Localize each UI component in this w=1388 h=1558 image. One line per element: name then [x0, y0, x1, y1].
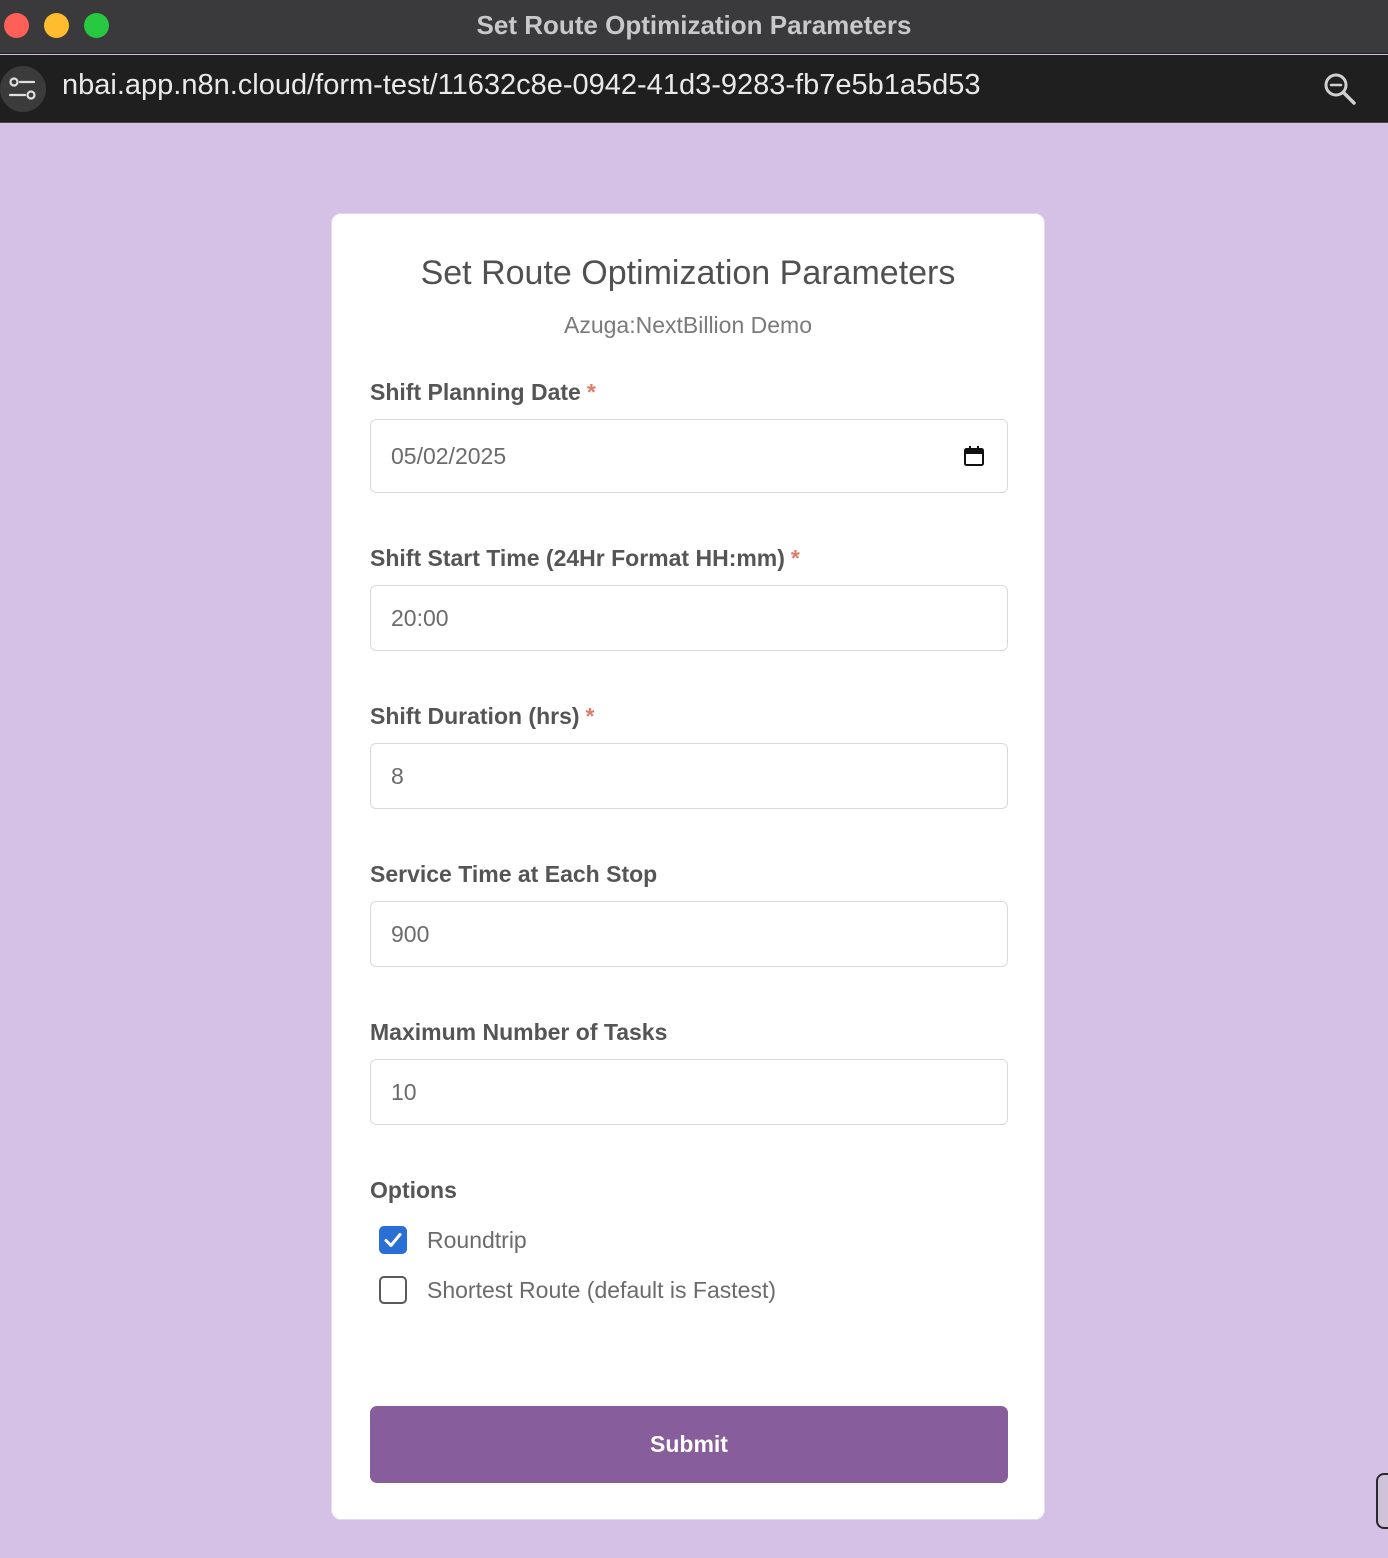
site-settings-button[interactable] [0, 66, 46, 112]
field-label-text: Service Time at Each Stop [370, 861, 658, 887]
roundtrip-label: Roundtrip [427, 1226, 527, 1253]
window-title: Set Route Optimization Parameters [476, 10, 912, 40]
field-label-text: Shift Duration (hrs) [370, 703, 580, 729]
shift-duration-label: Shift Duration (hrs) * [370, 703, 595, 730]
maximum-tasks-input[interactable]: 10 [370, 1059, 1008, 1125]
roundtrip-checkbox[interactable] [379, 1226, 407, 1254]
calendar-icon[interactable] [963, 445, 985, 467]
input-value: 10 [391, 1078, 417, 1105]
page-viewport: Set Route Optimization Parameters Azuga:… [0, 124, 1388, 1558]
option-shortest-route[interactable]: Shortest Route (default is Fastest) [379, 1276, 776, 1304]
site-settings-icon [8, 77, 36, 100]
window-title-bar: Set Route Optimization Parameters [0, 0, 1388, 54]
scrollbar-thumb[interactable] [1376, 1473, 1388, 1529]
shift-duration-input[interactable]: 8 [370, 743, 1008, 809]
shift-planning-date-input[interactable]: 05/02/2025 [370, 419, 1008, 493]
input-value: 20:00 [391, 604, 449, 631]
field-label-text: Shift Planning Date [370, 379, 581, 405]
checkmark-icon [384, 1233, 402, 1247]
address-bar: nbai.app.n8n.cloud/form-test/11632c8e-09… [0, 55, 1388, 123]
input-value: 900 [391, 920, 430, 947]
shortest-route-label: Shortest Route (default is Fastest) [427, 1276, 776, 1303]
shift-planning-date-label: Shift Planning Date * [370, 379, 596, 406]
shift-start-time-input[interactable]: 20:00 [370, 585, 1008, 651]
options-label: Options [370, 1177, 457, 1203]
field-label-text: Maximum Number of Tasks [370, 1019, 668, 1045]
required-marker: * [585, 703, 595, 729]
form-subtitle: Azuga:NextBillion Demo [563, 312, 812, 338]
form-card: Set Route Optimization Parameters Azuga:… [331, 213, 1045, 1520]
url-field[interactable]: nbai.app.n8n.cloud/form-test/11632c8e-09… [62, 69, 981, 102]
required-marker: * [586, 379, 596, 405]
maximum-tasks-label: Maximum Number of Tasks [370, 1019, 667, 1046]
input-value: 8 [391, 762, 404, 789]
required-marker: * [790, 545, 800, 571]
service-time-input[interactable]: 900 [370, 901, 1008, 967]
service-time-label: Service Time at Each Stop [370, 861, 657, 888]
submit-button[interactable]: Submit [370, 1406, 1008, 1483]
shift-start-time-label: Shift Start Time (24Hr Format HH:mm) * [370, 545, 800, 572]
date-value: 05/02/2025 [391, 442, 507, 469]
shortest-route-checkbox[interactable] [379, 1276, 407, 1304]
form-title: Set Route Optimization Parameters [420, 254, 956, 292]
field-label-text: Shift Start Time (24Hr Format HH:mm) [370, 545, 785, 571]
zoom-icon[interactable] [1322, 71, 1358, 107]
option-roundtrip[interactable]: Roundtrip [379, 1226, 527, 1254]
